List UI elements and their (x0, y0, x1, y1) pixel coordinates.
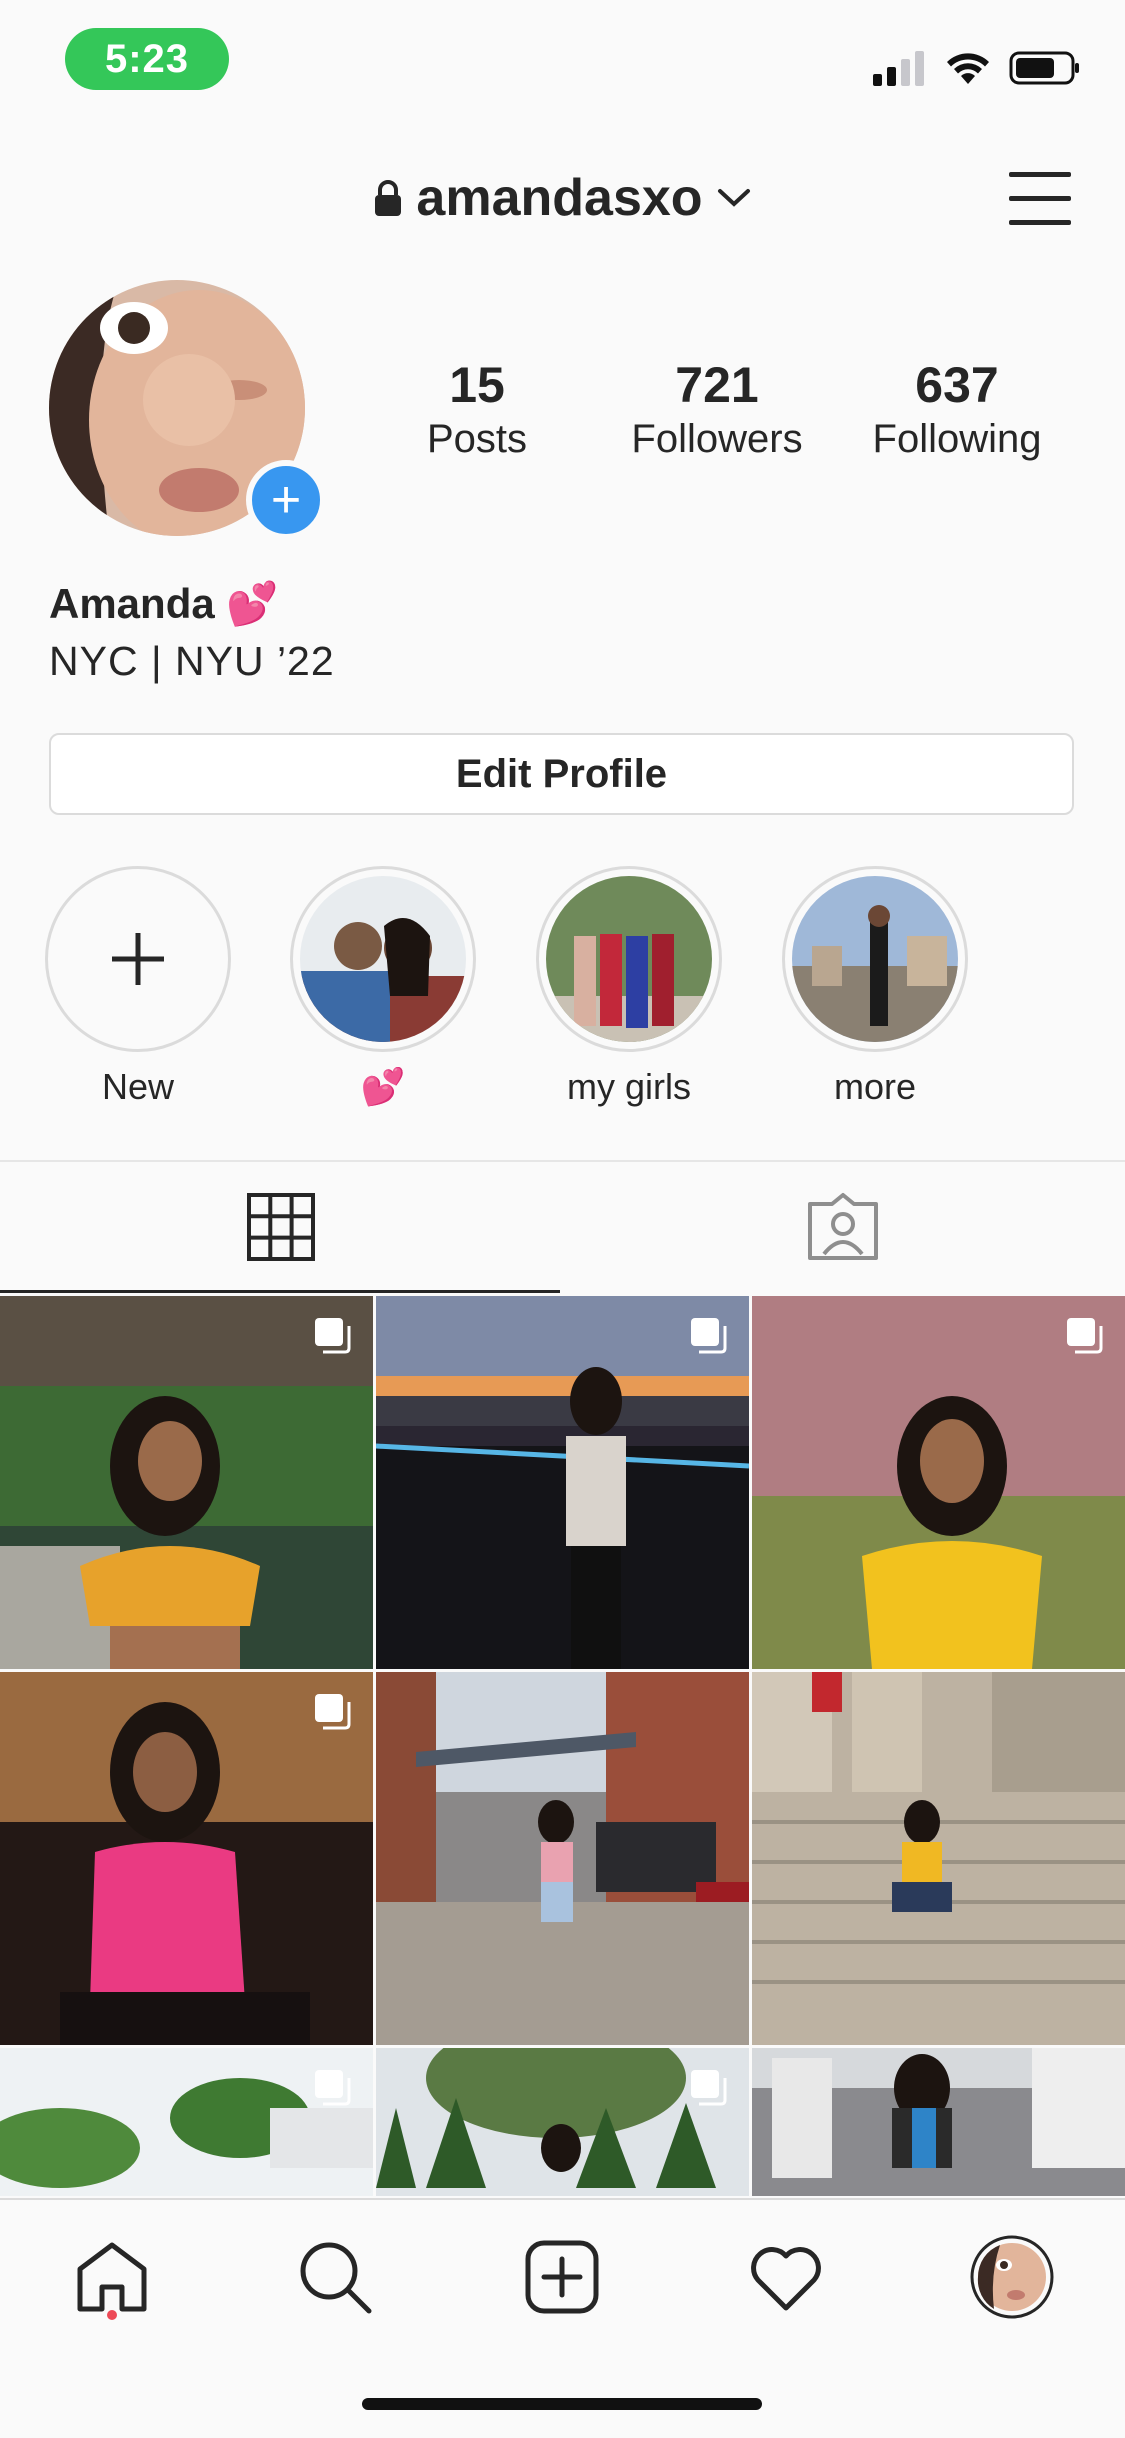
followers-label: Followers (631, 417, 803, 461)
following-label: Following (872, 417, 1042, 461)
plus-icon: + (270, 471, 302, 529)
heart-icon (751, 2247, 821, 2311)
multiple-posts-icon (315, 1694, 351, 1730)
post-thumbnail[interactable] (376, 1672, 749, 2045)
grid-icon (247, 1193, 315, 1261)
battery-icon (1009, 51, 1079, 85)
post-thumbnail[interactable] (752, 2048, 1125, 2196)
home-notification-dot (107, 2310, 117, 2320)
username[interactable]: amandasxo (416, 168, 702, 228)
menu-icon-line (1009, 196, 1071, 201)
highlight-new[interactable]: New (38, 866, 238, 1108)
nav-new-post[interactable] (507, 2222, 617, 2332)
tab-grid[interactable] (0, 1162, 562, 1292)
post-thumbnail[interactable] (0, 1296, 373, 1669)
home-indicator[interactable] (362, 2398, 762, 2410)
tagged-person-icon (808, 1193, 878, 1260)
status-icons (873, 46, 1081, 90)
nav-search[interactable] (280, 2222, 390, 2332)
highlight-cover (792, 876, 958, 1042)
new-highlight-circle (45, 866, 231, 1052)
display-name: Amanda 💕 (49, 580, 279, 627)
posts-label: Posts (426, 417, 528, 461)
add-story-button[interactable]: + (246, 460, 326, 540)
nav-activity[interactable] (731, 2222, 841, 2332)
post-thumbnail[interactable] (0, 2048, 373, 2196)
highlight-cover (546, 876, 712, 1042)
multiple-posts-icon (691, 1318, 727, 1354)
menu-icon-line (1009, 172, 1071, 177)
lock-icon (375, 180, 402, 216)
profile-header: amandasxo (0, 160, 1125, 236)
add-post-icon (525, 2240, 599, 2314)
active-tab-indicator (0, 1290, 560, 1293)
highlight-hearts[interactable]: 💕 (283, 866, 483, 1108)
following-count: 637 (915, 357, 999, 413)
followers-stat[interactable]: 721 Followers (607, 356, 827, 464)
highlight-label: 💕 (360, 1066, 406, 1107)
highlight-label: my girls (567, 1066, 691, 1107)
posts-count: 15 (449, 357, 505, 413)
multiple-posts-icon (315, 1318, 351, 1354)
highlight-more[interactable]: more (775, 866, 975, 1108)
bio: NYC | NYU ’22 (49, 638, 335, 684)
followers-count: 721 (675, 357, 759, 413)
menu-button[interactable] (1009, 170, 1071, 226)
post-thumbnail[interactable] (752, 1672, 1125, 2045)
signal-icon (873, 51, 924, 86)
status-time: 5:23 (65, 28, 229, 90)
multiple-posts-icon (691, 2070, 727, 2106)
highlight-label: more (833, 1066, 917, 1107)
plus-icon (112, 933, 164, 985)
post-thumbnail[interactable] (752, 1296, 1125, 1669)
menu-icon-line (1009, 220, 1071, 225)
nav-profile[interactable] (957, 2222, 1067, 2332)
search-icon (300, 2242, 372, 2314)
chevron-down-icon[interactable] (717, 186, 751, 210)
posts-stat[interactable]: 15 Posts (367, 356, 587, 464)
post-thumbnail[interactable] (0, 1672, 373, 2045)
profile-avatar-icon (970, 2235, 1054, 2319)
multiple-posts-icon (315, 2070, 351, 2106)
home-icon (77, 2242, 147, 2312)
highlight-cover (300, 876, 466, 1042)
highlight-label: New (101, 1066, 175, 1107)
multiple-posts-icon (1067, 1318, 1103, 1354)
post-thumbnail[interactable] (376, 1296, 749, 1669)
post-thumbnail[interactable] (376, 2048, 749, 2196)
edit-profile-button[interactable]: Edit Profile (49, 733, 1074, 815)
wifi-icon (947, 53, 989, 84)
posts-grid (0, 1296, 1125, 2196)
highlight-my-girls[interactable]: my girls (529, 866, 729, 1108)
tab-tagged[interactable] (562, 1162, 1124, 1292)
following-stat[interactable]: 637 Following (847, 356, 1067, 464)
